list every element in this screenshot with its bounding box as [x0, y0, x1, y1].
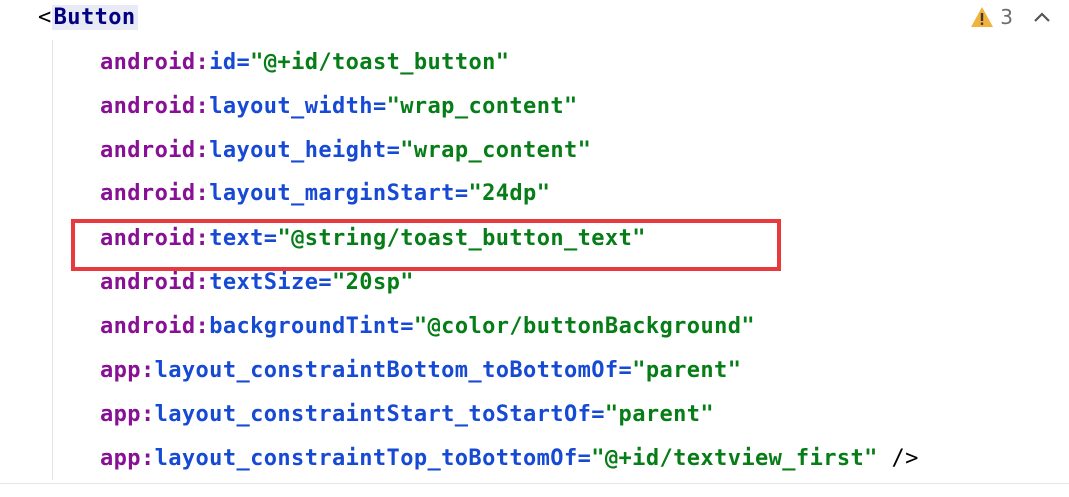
code-line[interactable]: android:layout_width="wrap_content": [100, 91, 578, 123]
attr-namespace: app: [100, 358, 141, 383]
equals: =: [263, 226, 278, 251]
colon: :: [140, 358, 155, 383]
attr-value: "wrap_content": [400, 138, 592, 163]
equals: =: [618, 358, 633, 383]
warning-icon[interactable]: [970, 6, 994, 28]
attr-name: layout_width: [209, 94, 373, 119]
equals: =: [454, 181, 469, 206]
inspection-widget[interactable]: 3: [970, 4, 1051, 30]
colon: :: [195, 181, 210, 206]
code-line-highlighted[interactable]: android:text="@string/toast_button_text": [100, 223, 646, 255]
attr-namespace: android: [100, 226, 196, 251]
equals: =: [400, 314, 414, 339]
attr-value: "@string/toast_button_text": [277, 226, 646, 251]
equals: =: [577, 446, 592, 471]
equals: =: [318, 270, 333, 295]
equals: =: [386, 138, 401, 163]
indent-guide: [52, 40, 53, 480]
attr-namespace: android: [100, 314, 196, 339]
equals: =: [236, 50, 251, 75]
colon: :: [195, 314, 210, 339]
attr-value: "24dp": [468, 181, 551, 206]
code-line[interactable]: android:layout_height="wrap_content": [100, 135, 591, 167]
attr-namespace: android: [100, 138, 196, 163]
attr-value: "20sp": [332, 270, 414, 295]
chevron-up-icon[interactable]: [1033, 10, 1051, 24]
attr-value: "@color/buttonBackground": [413, 314, 756, 339]
code-line[interactable]: app:layout_constraintBottom_toBottomOf="…: [100, 355, 741, 387]
code-line[interactable]: android:textSize="20sp": [100, 267, 414, 299]
equals: =: [591, 402, 605, 427]
code-line[interactable]: app:layout_constraintTop_toBottomOf="@+i…: [100, 443, 919, 475]
attr-value: "@+id/textview_first": [591, 446, 878, 471]
attr-name: layout_constraintStart_toStartOf: [154, 402, 592, 427]
tag-open-bracket: <: [38, 5, 52, 30]
equals: =: [372, 94, 387, 119]
code-line[interactable]: android:backgroundTint="@color/buttonBac…: [100, 311, 755, 343]
attr-namespace: android: [100, 270, 196, 295]
code-line-tag-open[interactable]: <Button: [38, 2, 138, 34]
attr-value: "wrap_content": [386, 94, 578, 119]
attr-name: layout_constraintBottom_toBottomOf: [154, 358, 619, 383]
colon: :: [195, 226, 210, 251]
colon: :: [140, 446, 155, 471]
colon: :: [195, 270, 210, 295]
code-line[interactable]: app:layout_constraintStart_toStartOf="pa…: [100, 399, 714, 431]
attr-name: id: [209, 50, 237, 75]
attr-value: "parent": [604, 402, 715, 427]
attr-name: layout_height: [209, 138, 387, 163]
tag-name: Button: [51, 5, 138, 30]
editor-bottom-edge: [0, 483, 1069, 497]
warning-count: 3: [1000, 5, 1013, 29]
attr-namespace: app: [100, 446, 141, 471]
colon: :: [195, 138, 210, 163]
colon: :: [195, 94, 210, 119]
attr-namespace: app: [100, 402, 141, 427]
tag-self-close: />: [891, 446, 919, 471]
attr-value: "parent": [632, 358, 742, 383]
attr-namespace: android: [100, 94, 196, 119]
code-line[interactable]: android:id="@+id/toast_button": [100, 47, 509, 79]
attr-name: backgroundTint: [209, 314, 401, 339]
attr-name: textSize: [209, 270, 319, 295]
colon: :: [195, 50, 210, 75]
code-line[interactable]: android:layout_marginStart="24dp": [100, 178, 550, 210]
code-editor[interactable]: <Button android:id="@+id/toast_button" a…: [0, 0, 1069, 497]
colon: :: [140, 402, 155, 427]
attr-value: "@+id/toast_button": [250, 50, 510, 75]
attr-name: text: [209, 226, 264, 251]
attr-name: layout_constraintTop_toBottomOf: [154, 446, 578, 471]
attr-name: layout_marginStart: [209, 181, 455, 206]
attr-namespace: android: [100, 50, 196, 75]
attr-namespace: android: [100, 181, 196, 206]
